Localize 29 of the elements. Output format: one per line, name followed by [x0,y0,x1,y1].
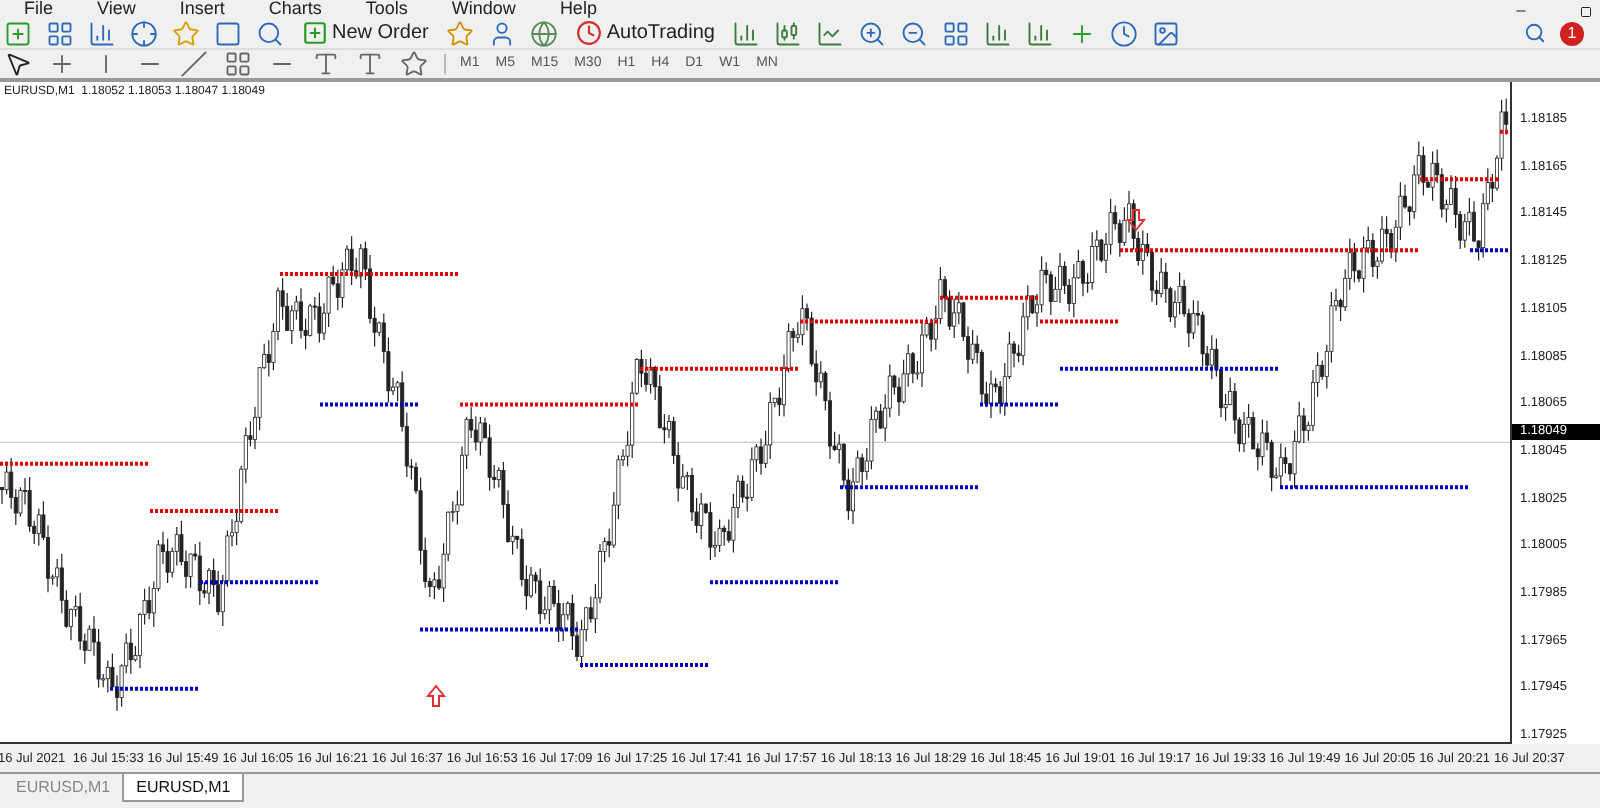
trendline-icon[interactable] [180,50,208,78]
cursor-icon[interactable] [4,50,32,78]
menu-item[interactable]: File [24,0,54,18]
zoom-out-icon[interactable] [900,19,929,47]
crosshair-icon[interactable] [48,50,76,78]
chart-tab[interactable]: EURUSD,M1 [122,774,245,802]
user-icon[interactable] [488,19,517,47]
line-chart-icon[interactable] [816,19,845,47]
tile-icon[interactable] [942,19,971,47]
zoom-in-icon[interactable] [858,19,887,47]
globe-icon[interactable] [530,19,559,47]
auto-trading-button[interactable]: AutoTrading [572,18,719,48]
search-icon[interactable] [1524,22,1546,44]
new-order-button[interactable]: New Order [298,18,433,48]
text-icon[interactable] [312,50,340,78]
clock-icon [576,20,603,46]
menu-item[interactable]: View [97,0,136,18]
menu-item[interactable]: Help [559,0,597,18]
crosshair-icon[interactable] [130,19,158,47]
menu-item[interactable]: Insert [179,0,225,18]
restore-icon[interactable] [1580,6,1592,18]
menu-item[interactable]: Charts [268,0,322,18]
bar-chart-icon[interactable] [732,19,761,47]
menu-item[interactable]: Tools [365,0,408,18]
menu-item[interactable]: Window [451,0,516,18]
notification-badge[interactable]: 1 [1560,21,1584,45]
candlestick-icon[interactable] [774,19,803,47]
plus-icon [302,20,328,46]
minimize-icon[interactable] [1514,4,1528,18]
